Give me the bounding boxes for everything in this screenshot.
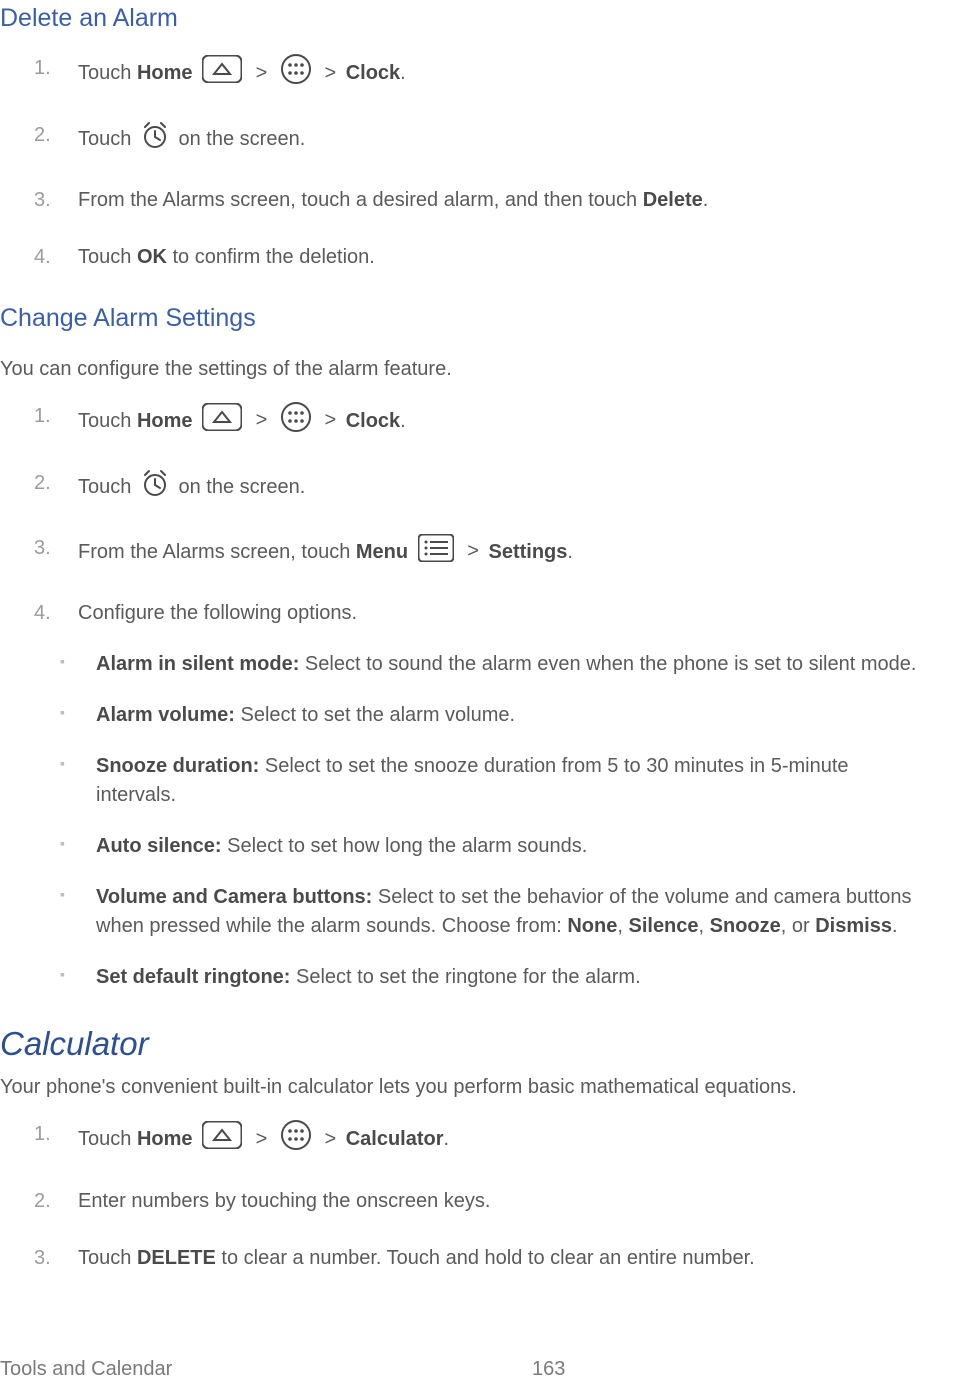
calculator-intro: Your phone's convenient built-in calcula… [0, 1073, 925, 1102]
text: Select to set the ringtone for the alarm… [290, 966, 640, 988]
change-settings-intro: You can configure the settings of the al… [0, 355, 925, 384]
list-item: Touch Home > > Calculator. [34, 1120, 925, 1159]
change-settings-steps: Touch Home > > Clock. Touch on the scree… [0, 402, 925, 992]
page-footer: Tools and Calendar 163 [0, 1355, 973, 1390]
chevron-text: > [324, 1128, 336, 1150]
text: Touch [78, 475, 137, 497]
list-item: Alarm in silent mode: Select to sound th… [60, 650, 925, 679]
section-heading-calculator: Calculator [0, 1020, 925, 1068]
list-item: From the Alarms screen, touch a desired … [34, 186, 925, 215]
label-none: None [567, 915, 617, 937]
label-settings: Settings [488, 540, 567, 562]
label-clock: Clock [346, 62, 400, 84]
alarm-icon [141, 121, 169, 158]
chevron-text: > [256, 1128, 268, 1150]
label-calculator: Calculator [346, 1128, 444, 1150]
text: Touch [78, 1247, 137, 1269]
option-title: Snooze duration: [96, 755, 259, 777]
text: , [617, 915, 628, 937]
chevron-text: > [467, 540, 479, 562]
text: Touch [78, 246, 137, 268]
text: Configure the following options. [78, 602, 357, 624]
list-item: Touch Home > > Clock. [34, 402, 925, 441]
list-item: Enter numbers by touching the onscreen k… [34, 1187, 925, 1216]
label-clock: Clock [346, 409, 400, 431]
list-item: Touch on the screen. [34, 121, 925, 158]
section-heading-delete-alarm: Delete an Alarm [0, 0, 925, 36]
footer-section-name: Tools and Calendar [0, 1355, 172, 1384]
list-item: Set default ringtone: Select to set the … [60, 963, 925, 992]
label-delete: Delete [643, 189, 703, 211]
label-home: Home [137, 1128, 193, 1150]
text: , [699, 915, 710, 937]
list-item: Configure the following options. Alarm i… [34, 599, 925, 992]
text: . [567, 540, 573, 562]
label-snooze: Snooze [710, 915, 781, 937]
home-icon [202, 403, 242, 440]
text: to clear a number. Touch and hold to cle… [216, 1247, 755, 1269]
chevron-text: > [256, 62, 268, 84]
label-home: Home [137, 409, 193, 431]
text: Enter numbers by touching the onscreen k… [78, 1190, 490, 1212]
list-item: Snooze duration: Select to set the snooz… [60, 752, 925, 810]
list-item: Touch DELETE to clear a number. Touch an… [34, 1244, 925, 1273]
text: on the screen. [179, 128, 306, 150]
option-title: Volume and Camera buttons: [96, 886, 372, 908]
alarm-icon [141, 469, 169, 506]
chevron-text: > [324, 409, 336, 431]
list-item: Auto silence: Select to set how long the… [60, 832, 925, 861]
text: From the Alarms screen, touch [78, 540, 356, 562]
option-title: Set default ringtone: [96, 966, 290, 988]
text: From the Alarms screen, touch a desired … [78, 189, 643, 211]
apps-icon [281, 54, 311, 93]
option-title: Alarm in silent mode: [96, 653, 299, 675]
text: . [400, 62, 406, 84]
list-item: Touch on the screen. [34, 469, 925, 506]
label-dismiss: Dismiss [815, 915, 892, 937]
text: , or [781, 915, 815, 937]
delete-alarm-steps: Touch Home > > Clock. Touch on the scree… [0, 54, 925, 272]
text: Select to set how long the alarm sounds. [222, 835, 588, 857]
text: . [444, 1128, 450, 1150]
home-icon [202, 1121, 242, 1158]
chevron-text: > [324, 62, 336, 84]
apps-icon [281, 1120, 311, 1159]
section-heading-change-settings: Change Alarm Settings [0, 300, 925, 336]
label-delete-key: DELETE [137, 1247, 216, 1269]
text: Touch [78, 1128, 137, 1150]
list-item: Touch Home > > Clock. [34, 54, 925, 93]
text: . [400, 409, 406, 431]
list-item: Touch OK to confirm the deletion. [34, 243, 925, 272]
label-home: Home [137, 62, 193, 84]
list-item: Alarm volume: Select to set the alarm vo… [60, 701, 925, 730]
text: Touch [78, 128, 137, 150]
text: . [703, 189, 709, 211]
option-title: Auto silence: [96, 835, 222, 857]
text: to confirm the deletion. [167, 246, 375, 268]
label-silence: Silence [628, 915, 698, 937]
text: Touch [78, 62, 137, 84]
text: on the screen. [179, 475, 306, 497]
text: Select to sound the alarm even when the … [299, 653, 916, 675]
apps-icon [281, 402, 311, 441]
label-menu: Menu [356, 540, 408, 562]
home-icon [202, 55, 242, 92]
calculator-steps: Touch Home > > Calculator. Enter numbers… [0, 1120, 925, 1273]
menu-icon [418, 534, 454, 571]
chevron-text: > [256, 409, 268, 431]
label-ok: OK [137, 246, 167, 268]
option-title: Alarm volume: [96, 704, 235, 726]
list-item: From the Alarms screen, touch Menu > Set… [34, 534, 925, 571]
text: . [892, 915, 898, 937]
list-item: Volume and Camera buttons: Select to set… [60, 883, 925, 941]
text: Select to set the alarm volume. [235, 704, 515, 726]
text: Touch [78, 409, 137, 431]
